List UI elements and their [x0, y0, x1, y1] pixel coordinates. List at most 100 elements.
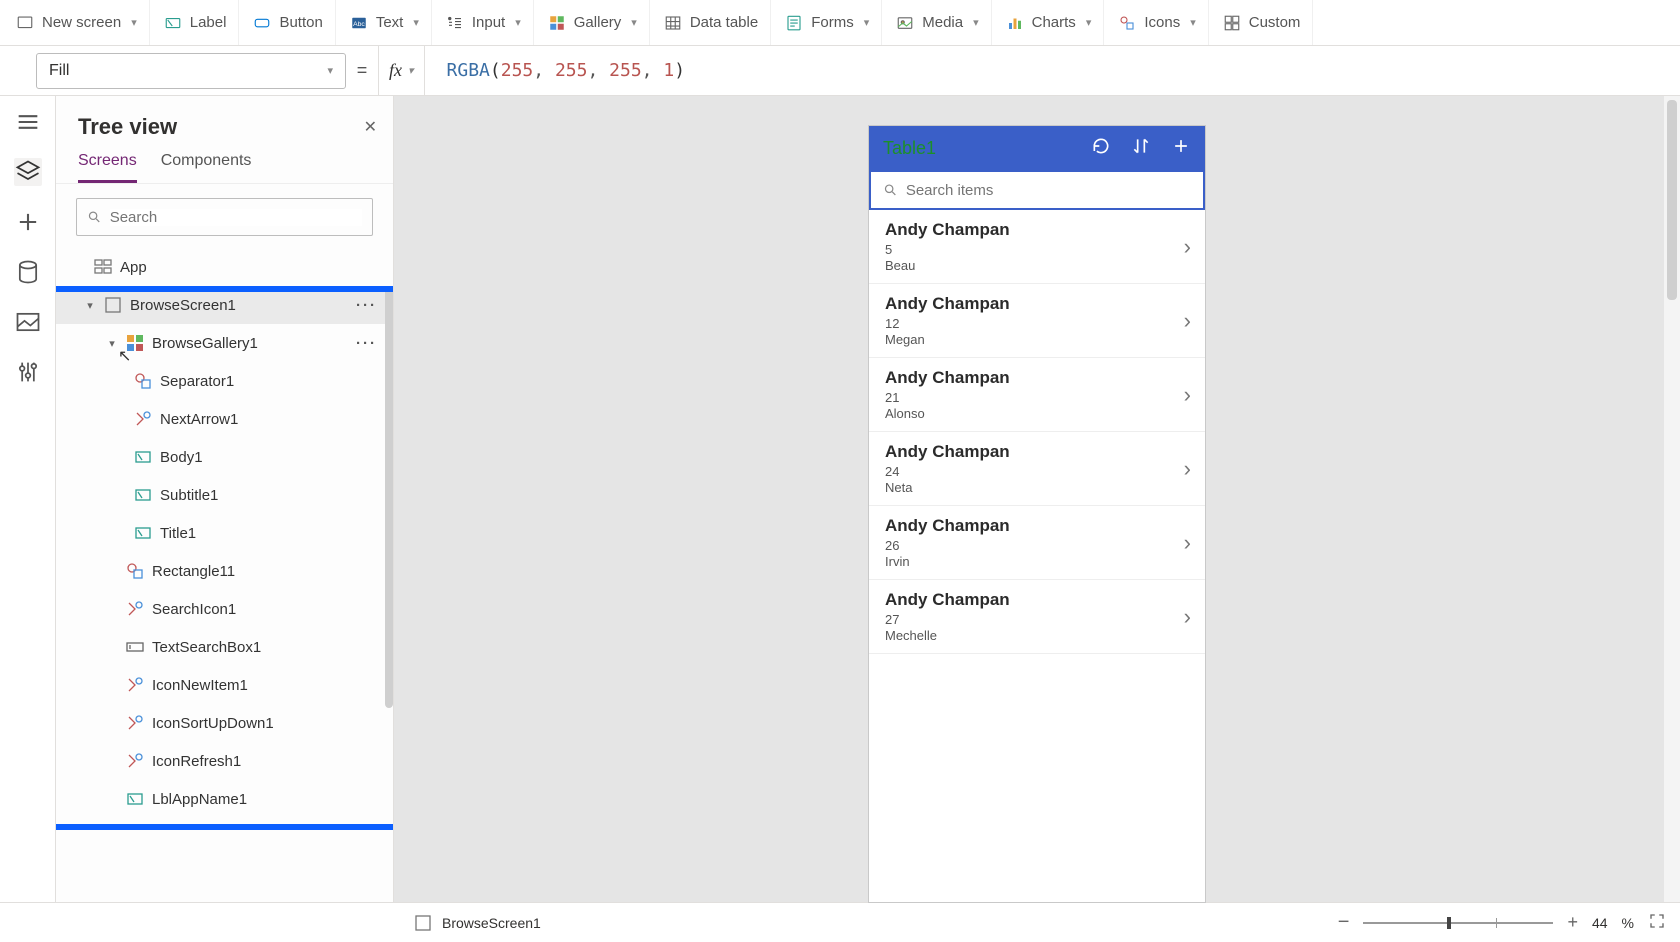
formula-bar[interactable]: RGBA(255, 255, 255, 1): [425, 60, 686, 81]
chevron-down-icon: ▾: [413, 16, 419, 29]
app-search-box[interactable]: [869, 170, 1205, 210]
hamburger-button[interactable]: [14, 108, 42, 136]
gallery-button[interactable]: Gallery▾: [536, 0, 650, 45]
charts-icon: [1006, 14, 1024, 32]
tree-node-iconnewitem1[interactable]: IconNewItem1: [56, 666, 393, 704]
icons-button[interactable]: Icons▾: [1106, 0, 1208, 45]
slider-thumb[interactable]: [1447, 917, 1451, 929]
tree-node-subtitle1[interactable]: Subtitle1: [56, 476, 393, 514]
tree-view-button[interactable]: [14, 158, 42, 186]
item-body: Beau: [885, 258, 1010, 273]
datatable-icon: [664, 14, 682, 32]
zoom-in-button[interactable]: +: [1567, 912, 1578, 933]
text-button[interactable]: Abc Text▾: [338, 0, 432, 45]
plus-icon: [14, 208, 42, 236]
datatable-button[interactable]: Data table: [652, 0, 771, 45]
label-icon: [134, 448, 152, 466]
tree-node-iconsortupdown1[interactable]: IconSortUpDown1: [56, 704, 393, 742]
fx-button[interactable]: fx▾: [378, 46, 425, 95]
zoom-out-button[interactable]: −: [1338, 911, 1350, 934]
button-button[interactable]: Button: [241, 0, 335, 45]
icons-icon: [134, 410, 152, 428]
label-button[interactable]: Label: [152, 0, 240, 45]
list-item[interactable]: Andy Champan5Beau›: [869, 210, 1205, 284]
item-subtitle: 12: [885, 316, 1010, 331]
zoom-value: 44: [1592, 915, 1608, 931]
button-icon: [253, 14, 271, 32]
add-icon[interactable]: [1171, 136, 1191, 161]
chevron-down-icon[interactable]: ▾: [106, 337, 118, 350]
scrollbar-thumb[interactable]: [385, 288, 393, 708]
canvas[interactable]: Table1 Andy Champan5Beau›Andy Champan12M…: [394, 96, 1680, 902]
property-name: Fill: [49, 62, 69, 80]
advanced-tools-button[interactable]: [14, 358, 42, 386]
item-title: Andy Champan: [885, 294, 1010, 314]
canvas-scrollbar[interactable]: [1664, 96, 1680, 902]
more-button[interactable]: ···: [356, 297, 377, 314]
scrollbar-thumb[interactable]: [1667, 100, 1677, 300]
list-item[interactable]: Andy Champan27Mechelle›: [869, 580, 1205, 654]
property-selector[interactable]: Fill ▾: [36, 53, 346, 89]
chevron-right-icon[interactable]: ›: [1184, 308, 1191, 334]
chevron-right-icon[interactable]: ›: [1184, 530, 1191, 556]
tree-node-browsegallery1[interactable]: ▾ BrowseGallery1 ··· ↖: [56, 324, 393, 362]
item-title: Andy Champan: [885, 368, 1010, 388]
tree-node-browsescreen1[interactable]: ▾ BrowseScreen1 ···: [56, 286, 393, 324]
text-icon: Abc: [350, 14, 368, 32]
zoom-slider[interactable]: [1363, 922, 1553, 924]
media-pane-button[interactable]: [14, 308, 42, 336]
list-item[interactable]: Andy Champan26Irvin›: [869, 506, 1205, 580]
tree-node-textsearchbox1[interactable]: TextSearchBox1: [56, 628, 393, 666]
new-screen-button[interactable]: New screen▾: [4, 0, 150, 45]
charts-button[interactable]: Charts▾: [994, 0, 1105, 45]
tree-node-iconrefresh1[interactable]: IconRefresh1: [56, 742, 393, 780]
tree-node-lblappname1[interactable]: LblAppName1: [56, 780, 393, 818]
forms-button[interactable]: Forms▾: [773, 0, 882, 45]
chevron-right-icon[interactable]: ›: [1184, 604, 1191, 630]
input-button[interactable]: Input▾: [434, 0, 534, 45]
fit-to-window-button[interactable]: [1648, 912, 1666, 933]
textinput-icon: [126, 638, 144, 656]
svg-text:Abc: Abc: [353, 21, 365, 28]
tree-node-separator1[interactable]: Separator1: [56, 362, 393, 400]
chevron-right-icon[interactable]: ›: [1184, 456, 1191, 482]
zoom-pct: %: [1622, 915, 1634, 931]
media-button[interactable]: Media▾: [884, 0, 991, 45]
icons-icon: [126, 600, 144, 618]
list-item[interactable]: Andy Champan24Neta›: [869, 432, 1205, 506]
list-item[interactable]: Andy Champan12Megan›: [869, 284, 1205, 358]
list-item[interactable]: Andy Champan21Alonso›: [869, 358, 1205, 432]
tree-node-nextarrow1[interactable]: NextArrow1: [56, 400, 393, 438]
tree-search-input[interactable]: [110, 209, 362, 226]
insert-button[interactable]: [14, 208, 42, 236]
close-button[interactable]: ✕: [364, 117, 377, 137]
refresh-icon[interactable]: [1091, 136, 1111, 161]
app-search-input[interactable]: [906, 182, 1191, 199]
item-subtitle: 27: [885, 612, 1010, 627]
gallery-label: Gallery: [574, 14, 622, 31]
more-button[interactable]: ···: [356, 335, 377, 352]
tree-node-label: Rectangle11: [152, 563, 235, 580]
chevron-right-icon[interactable]: ›: [1184, 234, 1191, 260]
chevron-down-icon[interactable]: ▾: [84, 299, 96, 312]
tree-node-label: BrowseScreen1: [130, 297, 236, 314]
custom-button[interactable]: Custom: [1211, 0, 1314, 45]
tab-components[interactable]: Components: [161, 152, 252, 183]
tab-screens[interactable]: Screens: [78, 152, 137, 183]
data-button[interactable]: [14, 258, 42, 286]
tree-node-app[interactable]: App: [56, 248, 393, 286]
fx-label: fx: [389, 60, 402, 81]
sort-icon[interactable]: [1131, 136, 1151, 161]
tree-node-title1[interactable]: Title1: [56, 514, 393, 552]
app-preview[interactable]: Table1 Andy Champan5Beau›Andy Champan12M…: [869, 126, 1205, 902]
property-bar: Fill ▾ = fx▾ RGBA(255, 255, 255, 1): [0, 46, 1680, 96]
chevron-down-icon: ▾: [327, 64, 333, 77]
chevron-down-icon: ▾: [973, 16, 979, 29]
datatable-label: Data table: [690, 14, 758, 31]
tree-search-box[interactable]: [76, 198, 373, 236]
tree-node-rectangle11[interactable]: Rectangle11: [56, 552, 393, 590]
tree-node-searchicon1[interactable]: SearchIcon1: [56, 590, 393, 628]
chevron-right-icon[interactable]: ›: [1184, 382, 1191, 408]
tree-node-body1[interactable]: Body1: [56, 438, 393, 476]
insert-ribbon: New screen▾ Label Button Abc Text▾ Input…: [0, 0, 1680, 46]
